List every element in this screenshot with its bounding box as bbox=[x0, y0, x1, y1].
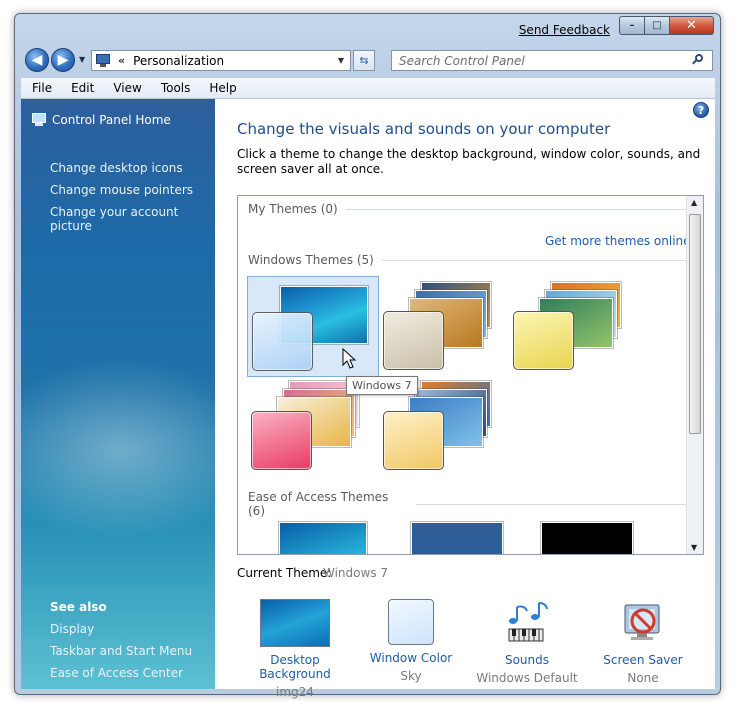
menu-help[interactable]: Help bbox=[198, 81, 244, 95]
screen-saver-link[interactable]: Screen Saver bbox=[583, 653, 703, 667]
minimize-button[interactable]: – bbox=[619, 16, 645, 35]
recent-pages-dropdown[interactable]: ▼ bbox=[79, 55, 85, 64]
sounds-value: Windows Default bbox=[476, 671, 578, 685]
personalization-window: Send Feedback – □ ✕ ◀ ▶ ▼ « Personalizat… bbox=[14, 13, 721, 699]
menu-tools[interactable]: Tools bbox=[150, 81, 199, 95]
desktop-background-thumbnail[interactable] bbox=[260, 599, 330, 647]
task-pane: Control Panel Home Change desktop icons … bbox=[21, 99, 215, 689]
theme-nature-swatch bbox=[251, 411, 312, 470]
send-feedback-link[interactable]: Send Feedback bbox=[519, 23, 610, 37]
search-input[interactable]: Search Control Panel bbox=[391, 50, 713, 71]
theme-scenes-swatch bbox=[383, 411, 444, 470]
search-placeholder: Search Control Panel bbox=[399, 53, 525, 68]
title-bar: Send Feedback – □ ✕ bbox=[15, 14, 720, 44]
sounds-link[interactable]: Sounds bbox=[467, 653, 587, 667]
display-link[interactable]: Display bbox=[50, 622, 94, 636]
window-color-value: Sky bbox=[400, 669, 422, 683]
scroll-up-icon[interactable]: ▲ bbox=[691, 198, 697, 207]
page-description: Click a theme to change the desktop back… bbox=[237, 147, 701, 176]
theme-landscapes[interactable] bbox=[509, 276, 641, 377]
change-mouse-pointers-link[interactable]: Change mouse pointers bbox=[50, 183, 193, 197]
search-icon[interactable] bbox=[692, 54, 704, 66]
address-dropdown-icon[interactable]: ▼ bbox=[338, 56, 344, 65]
menu-bar: File Edit View Tools Help bbox=[21, 78, 715, 99]
help-icon[interactable]: ? bbox=[693, 102, 709, 118]
theme-architecture-swatch bbox=[383, 311, 444, 370]
scroll-down-icon[interactable]: ▼ bbox=[691, 543, 697, 552]
theme-gallery-scrollbar[interactable]: ▲ ▼ bbox=[686, 196, 703, 554]
forward-button[interactable]: ▶ bbox=[51, 48, 75, 72]
window-color-item[interactable]: Window Color Sky bbox=[351, 599, 471, 683]
address-text[interactable]: Personalization bbox=[133, 54, 224, 68]
menu-file[interactable]: File bbox=[21, 81, 60, 95]
refresh-button[interactable]: ⇆ bbox=[353, 50, 375, 71]
taskbar-start-menu-link[interactable]: Taskbar and Start Menu bbox=[50, 644, 192, 658]
screen-saver-disabled-icon[interactable] bbox=[619, 599, 667, 647]
theme-high-contrast-2[interactable] bbox=[379, 512, 511, 554]
control-panel-home-link[interactable]: Control Panel Home bbox=[30, 112, 171, 128]
refresh-icon: ⇆ bbox=[359, 54, 369, 67]
window-color-swatch[interactable] bbox=[388, 599, 434, 645]
theme-landscapes-swatch bbox=[513, 311, 574, 370]
theme-high-contrast-3[interactable] bbox=[509, 512, 641, 554]
window-color-link[interactable]: Window Color bbox=[351, 651, 471, 665]
screen-saver-value: None bbox=[627, 671, 659, 685]
my-themes-heading: My Themes (0) bbox=[248, 202, 686, 216]
see-also-heading: See also bbox=[50, 600, 107, 614]
ease-of-access-center-link[interactable]: Ease of Access Center bbox=[50, 666, 183, 680]
theme-windows-7[interactable] bbox=[247, 276, 379, 377]
control-panel-icon bbox=[95, 53, 113, 68]
control-panel-home-label: Control Panel Home bbox=[52, 113, 171, 127]
theme-scenes[interactable] bbox=[379, 381, 511, 482]
scroll-thumb[interactable] bbox=[689, 214, 701, 434]
maximize-button[interactable]: □ bbox=[645, 16, 670, 35]
windows-themes-heading: Windows Themes (5) bbox=[248, 253, 697, 267]
current-theme-label: Current Theme: bbox=[237, 566, 332, 580]
main-content: ? Change the visuals and sounds on your … bbox=[215, 99, 715, 699]
desktop-background-value: img24 bbox=[276, 685, 314, 699]
theme-windows-7-swatch bbox=[252, 312, 313, 371]
change-desktop-icons-link[interactable]: Change desktop icons bbox=[50, 161, 183, 175]
control-panel-home-icon bbox=[30, 112, 48, 128]
menu-view[interactable]: View bbox=[102, 81, 149, 95]
page-title: Change the visuals and sounds on your co… bbox=[237, 120, 611, 138]
theme-nature[interactable] bbox=[247, 381, 379, 482]
get-more-themes-link[interactable]: Get more themes online bbox=[545, 234, 691, 248]
back-button[interactable]: ◀ bbox=[25, 48, 49, 72]
caption-buttons: – □ ✕ bbox=[619, 16, 714, 35]
close-button[interactable]: ✕ bbox=[670, 16, 714, 35]
mouse-cursor-icon bbox=[342, 348, 357, 369]
change-account-picture-link[interactable]: Change your account picture bbox=[50, 205, 215, 233]
theme-gallery: My Themes (0) Get more themes online Win… bbox=[237, 195, 704, 555]
sounds-item[interactable]: Sounds Windows Default bbox=[467, 599, 587, 685]
address-chevron[interactable]: « bbox=[118, 54, 125, 67]
navigation-bar: ◀ ▶ ▼ « Personalization ▼ ⇆ Search Contr… bbox=[15, 45, 720, 75]
menu-edit[interactable]: Edit bbox=[60, 81, 102, 95]
theme-tooltip: Windows 7 bbox=[346, 376, 418, 395]
desktop-background-item[interactable]: Desktop Background img24 bbox=[235, 599, 355, 699]
theme-architecture[interactable] bbox=[379, 276, 511, 377]
screen-saver-item[interactable]: Screen Saver None bbox=[583, 599, 703, 685]
theme-high-contrast-1[interactable] bbox=[247, 512, 379, 554]
desktop-background-link[interactable]: Desktop Background bbox=[235, 653, 355, 681]
current-theme-value: Windows 7 bbox=[323, 566, 389, 580]
address-bar[interactable]: « Personalization ▼ bbox=[91, 50, 351, 71]
music-notes-icon[interactable] bbox=[503, 599, 551, 647]
